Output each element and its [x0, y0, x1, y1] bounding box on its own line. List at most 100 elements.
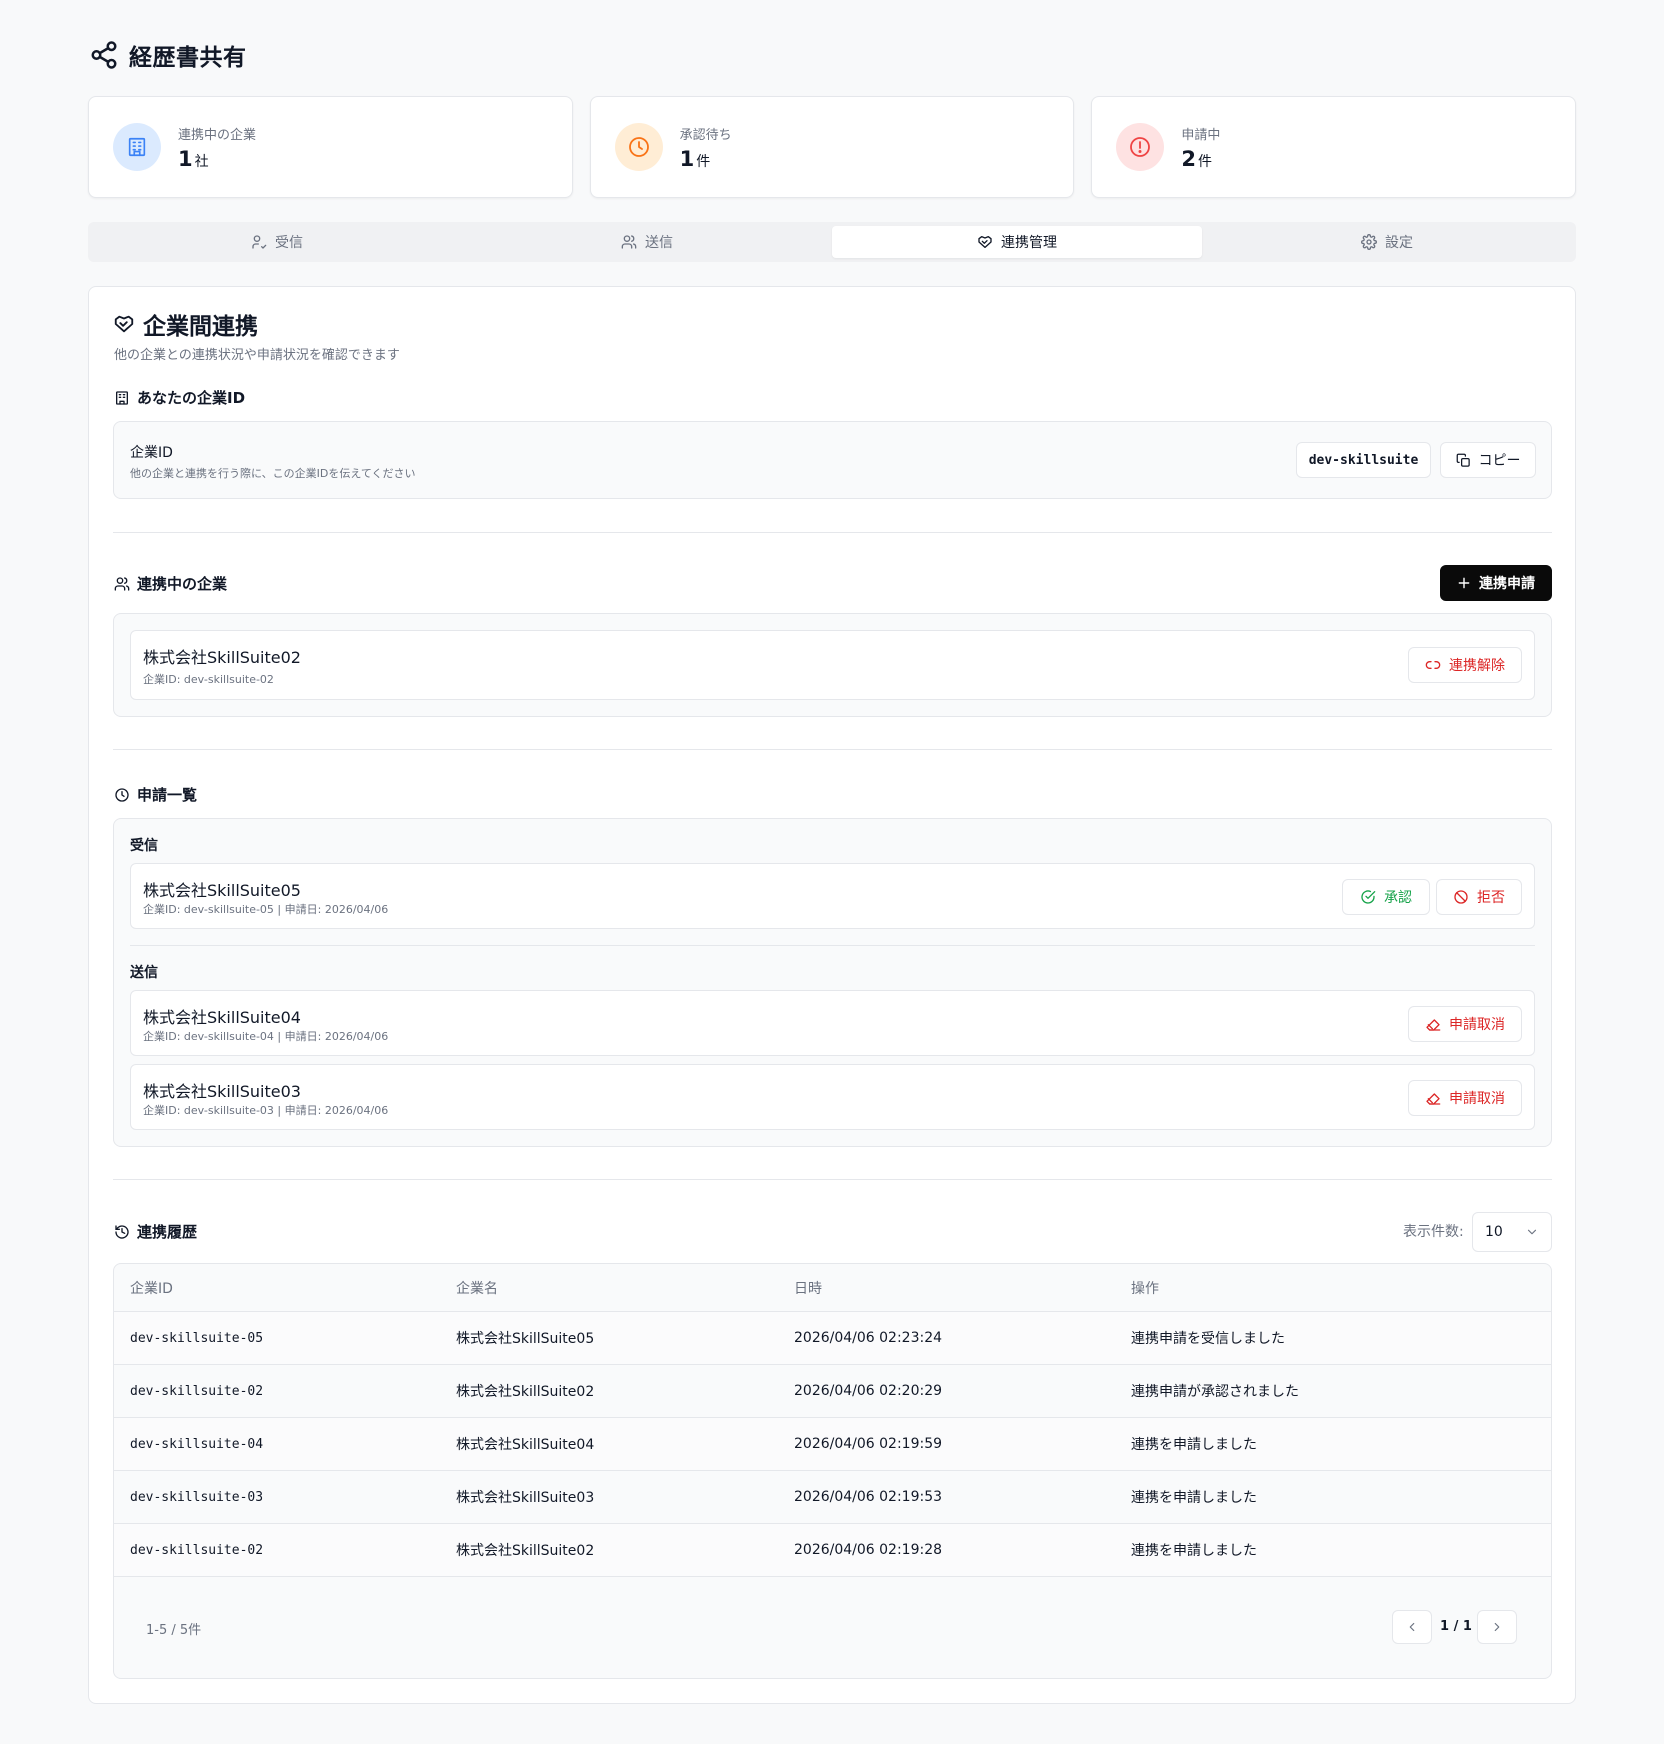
stat-label: 連携中の企業	[178, 127, 257, 143]
column-header: 企業ID	[130, 1280, 173, 1297]
gear-icon	[1361, 234, 1377, 250]
cell-action: 連携を申請しました	[1131, 1543, 1257, 1559]
company-name: 株式会社SkillSuite02	[143, 648, 301, 667]
section-title: あなたの企業ID	[137, 389, 246, 407]
reject-label: 拒否	[1477, 890, 1505, 906]
list-item: 株式会社SkillSuite03 企業ID: dev-skillsuite-03…	[130, 1064, 1535, 1130]
cell-company-id: dev-skillsuite-02	[130, 1383, 264, 1399]
users-icon	[114, 576, 130, 591]
cell-company-name: 株式会社SkillSuite04	[456, 1437, 595, 1453]
eraser-icon	[1426, 1019, 1441, 1031]
cell-company-name: 株式会社SkillSuite02	[456, 1543, 595, 1559]
copy-label: コピー	[1478, 453, 1521, 469]
history-table: 企業ID 企業名 日時 操作 dev-skillsuite-05 株式会社Ski…	[113, 1263, 1552, 1679]
stat-unit: 社	[194, 153, 209, 170]
ban-icon	[1454, 890, 1468, 904]
divider	[113, 532, 1552, 533]
cell-company-name: 株式会社SkillSuite02	[456, 1384, 595, 1400]
cell-datetime: 2026/04/06 02:19:59	[794, 1436, 943, 1452]
app-title: 経歴書共有	[129, 45, 247, 71]
cell-company-id: dev-skillsuite-05	[130, 1330, 264, 1346]
page-size-select[interactable]: 10	[1472, 1212, 1552, 1252]
pagination-range: 1-5 / 5件	[146, 1623, 202, 1638]
company-name: 株式会社SkillSuite04	[143, 1008, 301, 1027]
stat-card-partners: 連携中の企業 1社	[88, 96, 573, 198]
tab-label: 連携管理	[1001, 235, 1057, 251]
reject-button[interactable]: 拒否	[1436, 879, 1522, 915]
plus-icon	[1458, 577, 1470, 589]
page-title: 企業間連携	[113, 307, 258, 341]
table-header: 企業ID 企業名 日時 操作	[114, 1264, 1551, 1312]
copy-button[interactable]: コピー	[1440, 442, 1536, 478]
company-id-text: 企業ID: dev-skillsuite-02	[143, 673, 274, 686]
column-header: 日時	[794, 1280, 822, 1297]
requests-heading: 申請一覧	[114, 784, 197, 805]
stats-row: 連携中の企業 1社 承認待ち 1件 申請中 2件	[88, 96, 1577, 198]
table-row: dev-skillsuite-03 株式会社SkillSuite03 2026/…	[114, 1471, 1551, 1524]
unlink-icon	[1425, 661, 1441, 669]
table-row: dev-skillsuite-02 株式会社SkillSuite02 2026/…	[114, 1365, 1551, 1418]
next-page-button[interactable]	[1477, 1610, 1517, 1644]
clock-icon	[614, 123, 663, 171]
table-row: dev-skillsuite-05 株式会社SkillSuite05 2026/…	[114, 1312, 1551, 1365]
cancel-request-button[interactable]: 申請取消	[1408, 1080, 1522, 1116]
prev-page-button[interactable]	[1392, 1610, 1432, 1644]
clock-icon	[115, 787, 129, 802]
cell-action: 連携を申請しました	[1131, 1437, 1257, 1453]
table-row: dev-skillsuite-04 株式会社SkillSuite04 2026/…	[114, 1418, 1551, 1471]
cancel-request-button[interactable]: 申請取消	[1408, 1006, 1522, 1042]
company-name: 株式会社SkillSuite05	[143, 881, 301, 900]
cell-action: 連携を申請しました	[1131, 1490, 1257, 1506]
page-description: 他の企業との連携状況や申請状況を確認できます	[114, 348, 400, 363]
list-item: 株式会社SkillSuite04 企業ID: dev-skillsuite-04…	[130, 990, 1535, 1056]
stat-value: 2	[1181, 146, 1196, 171]
tab-settings[interactable]: 設定	[1202, 226, 1572, 258]
cell-action: 連携申請を受信しました	[1131, 1331, 1285, 1347]
stat-value: 1	[178, 146, 193, 171]
unlink-button[interactable]: 連携解除	[1408, 647, 1522, 683]
table-body: dev-skillsuite-05 株式会社SkillSuite05 2026/…	[114, 1312, 1551, 1577]
cell-company-id: dev-skillsuite-03	[130, 1489, 264, 1505]
pagination-page: 1 / 1	[1440, 1619, 1472, 1634]
divider	[113, 1179, 1552, 1180]
requests-panel: 受信 株式会社SkillSuite05 企業ID: dev-skillsuite…	[113, 818, 1552, 1147]
approve-button[interactable]: 承認	[1342, 879, 1430, 915]
handshake-icon	[114, 315, 134, 333]
request-partnership-button[interactable]: 連携申請	[1440, 565, 1552, 601]
company-id-heading: あなたの企業ID	[114, 387, 245, 408]
stat-label: 申請中	[1181, 127, 1221, 143]
tab-received[interactable]: 受信	[92, 226, 462, 258]
column-header: 企業名	[456, 1280, 498, 1297]
chevron-down-icon	[1527, 1229, 1537, 1235]
cell-datetime: 2026/04/06 02:20:29	[794, 1383, 943, 1399]
building-icon	[116, 390, 128, 405]
partners-panel: 株式会社SkillSuite02 企業ID: dev-skillsuite-02…	[113, 613, 1552, 717]
copy-icon	[1456, 453, 1470, 467]
tab-partnership[interactable]: 連携管理	[832, 226, 1202, 258]
chevron-left-icon	[1409, 1622, 1415, 1632]
cell-company-id: dev-skillsuite-02	[130, 1542, 264, 1558]
company-name: 株式会社SkillSuite03	[143, 1082, 301, 1101]
company-id-label: 企業ID	[130, 445, 173, 461]
cancel-request-label: 申請取消	[1449, 1091, 1505, 1107]
share-icon	[91, 41, 117, 69]
request-meta: 企業ID: dev-skillsuite-04 | 申請日: 2026/04/0…	[143, 1030, 389, 1043]
list-item: 株式会社SkillSuite02 企業ID: dev-skillsuite-02…	[130, 630, 1535, 700]
users-icon	[621, 235, 637, 249]
table-row: dev-skillsuite-02 株式会社SkillSuite02 2026/…	[114, 1524, 1551, 1577]
received-label: 受信	[130, 838, 158, 854]
cancel-request-label: 申請取消	[1449, 1017, 1505, 1033]
eraser-icon	[1426, 1093, 1441, 1105]
request-meta: 企業ID: dev-skillsuite-03 | 申請日: 2026/04/0…	[143, 1104, 389, 1117]
unlink-label: 連携解除	[1449, 658, 1505, 674]
column-header: 操作	[1131, 1280, 1159, 1297]
page-size-label: 表示件数:	[1403, 1224, 1464, 1240]
tab-sent[interactable]: 送信	[462, 226, 832, 258]
request-meta: 企業ID: dev-skillsuite-05 | 申請日: 2026/04/0…	[143, 903, 389, 916]
company-id-value[interactable]: dev-skillsuite	[1296, 442, 1431, 478]
cell-company-id: dev-skillsuite-04	[130, 1436, 264, 1452]
approve-label: 承認	[1384, 890, 1412, 906]
history-heading: 連携履歴	[114, 1221, 197, 1242]
sent-label: 送信	[130, 965, 158, 981]
stat-value: 1	[679, 146, 695, 171]
